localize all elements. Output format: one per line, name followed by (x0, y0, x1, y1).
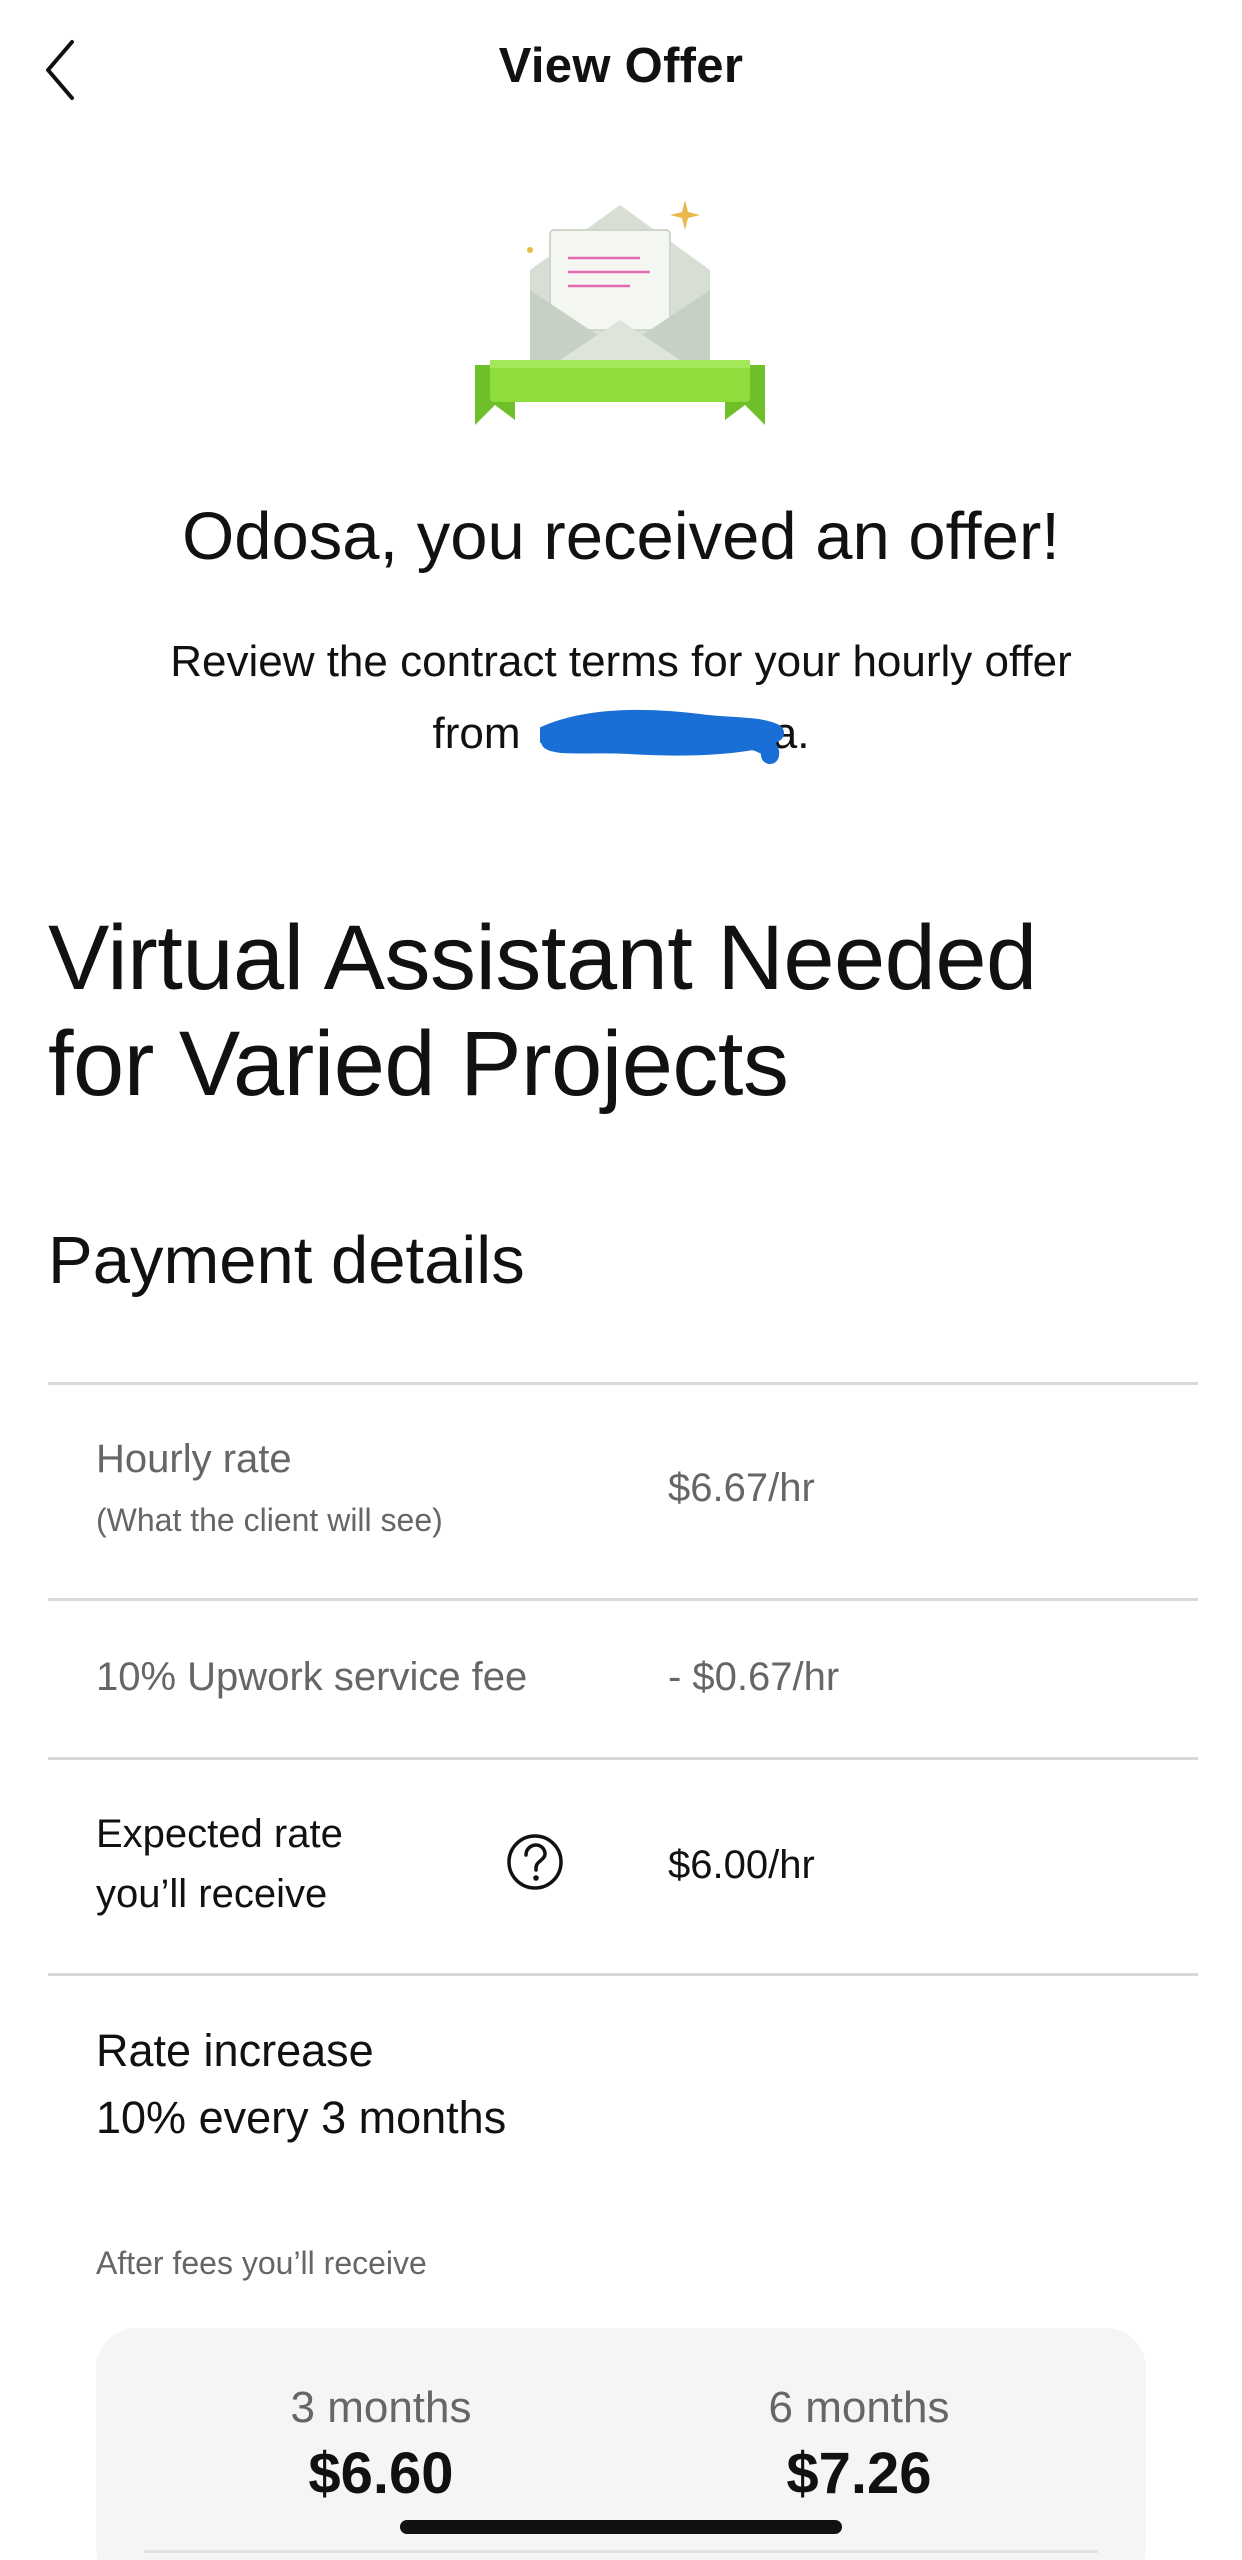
job-title: Virtual Assistant Needed for Varied Proj… (48, 905, 1198, 1117)
hourly-rate-label: Hourly rate (96, 1437, 292, 1481)
payment-details-heading: Payment details (48, 1223, 525, 1298)
projection-period: 3 months (290, 2383, 472, 2432)
expected-rate-label-line2: you’ll receive (96, 1872, 328, 1916)
service-fee-label: 10% Upwork service fee (96, 1655, 528, 1699)
job-title-line1: Virtual Assistant Needed (48, 907, 1037, 1009)
hourly-rate-value: $6.67/hr (668, 1466, 815, 1510)
divider (48, 1598, 1198, 1601)
divider (144, 2550, 1098, 2553)
divider (48, 1757, 1198, 1760)
offer-description-prefix: from (432, 709, 533, 758)
divider (48, 1973, 1198, 1976)
rate-increase-description: 10% every 3 months (96, 2092, 507, 2143)
redaction-scribble (536, 705, 790, 765)
expected-rate-label-line1: Expected rate (96, 1812, 343, 1856)
job-title-line2: for Varied Projects (48, 1013, 789, 1115)
rate-increase-title: Rate increase (96, 2025, 374, 2076)
question-circle-icon[interactable] (505, 1832, 565, 1892)
hourly-rate-sublabel: (What the client will see) (96, 1502, 443, 1538)
page-title: View Offer (498, 39, 744, 93)
projection-period: 6 months (768, 2383, 950, 2432)
offer-headline: Odosa, you received an offer! (182, 499, 1060, 574)
view-offer-screen: View Offer Odosa, you received an offer!… (0, 0, 1242, 2560)
projection-amount: $7.26 (786, 2441, 932, 2506)
expected-rate-value: $6.00/hr (668, 1843, 815, 1887)
service-fee-value: - $0.67/hr (668, 1655, 840, 1699)
envelope-with-letter-and-ribbon-icon (470, 200, 770, 440)
projection-amount: $6.60 (308, 2441, 454, 2506)
offer-description-line1: Review the contract terms for your hourl… (170, 637, 1072, 686)
divider (48, 1382, 1198, 1385)
home-indicator[interactable] (400, 2520, 842, 2534)
after-fees-label: After fees you’ll receive (96, 2245, 427, 2281)
top-bar: View Offer (0, 0, 1242, 140)
